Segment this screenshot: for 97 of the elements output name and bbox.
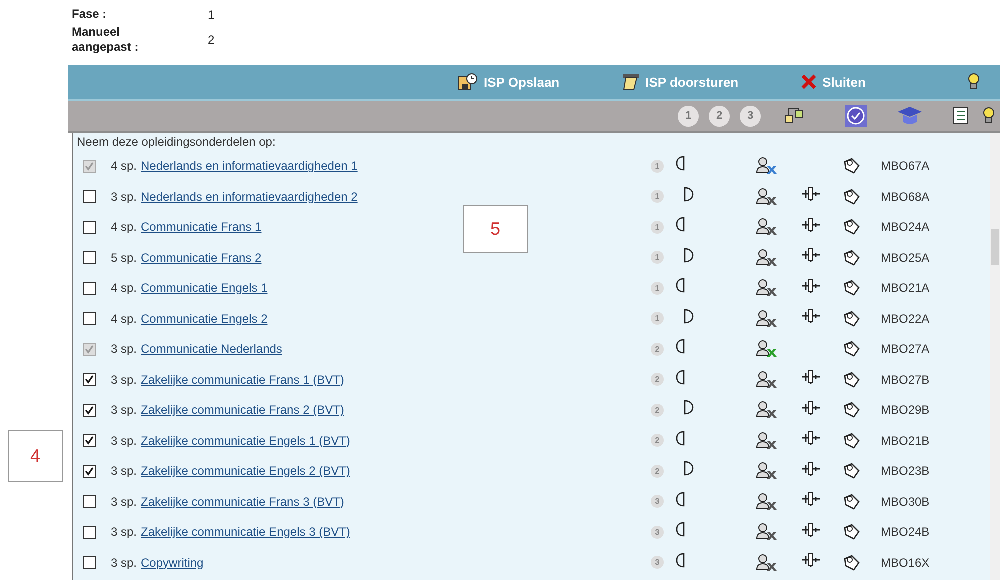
course-link[interactable]: Zakelijke communicatie Frans 2 (BVT) [141,403,344,418]
course-code: MBO67A [881,159,931,174]
phase-filter-button[interactable]: 2 [709,106,730,126]
person-cross-icon[interactable] [756,218,778,236]
credits-label: 4 sp. [111,220,138,234]
credits-label: 3 sp. [111,464,138,478]
phase-badge: 1 [651,251,664,264]
course-code: MBO27B [881,372,931,387]
course-link[interactable]: Communicatie Engels 1 [141,281,268,296]
checkbox[interactable] [83,251,96,264]
phase-badge: 3 [651,556,664,570]
connected-squares-icon[interactable] [785,107,805,125]
course-link[interactable]: Copywriting [141,556,204,570]
course-code: MBO68A [881,190,931,204]
person-cross-icon[interactable] [756,310,778,328]
checkbox[interactable] [83,434,96,448]
credits-label: 3 sp. [111,556,138,570]
phase-badge: 1 [651,312,664,326]
credits-label: 5 sp. [111,250,138,265]
credits-label: 3 sp. [111,525,138,540]
checkbox[interactable] [83,282,96,295]
course-link[interactable]: Nederlands en informatievaardigheden 2 [141,190,358,204]
field-label: Manueel aangepast : [72,25,140,55]
checkbox[interactable] [83,404,96,417]
phase-badge: 2 [651,373,664,386]
phase-badge: 2 [651,434,664,448]
phase-badge: 3 [651,526,664,539]
checkbox[interactable] [83,495,96,508]
credits-label: 3 sp. [111,434,138,448]
course-link[interactable]: Zakelijke communicatie Frans 3 (BVT) [141,494,344,509]
checkbox[interactable] [83,556,96,570]
field-label: Fase : [72,7,108,22]
graduation-cap-icon[interactable] [897,106,923,126]
course-link[interactable]: Zakelijke communicatie Engels 3 (BVT) [141,525,350,540]
scrollbar[interactable] [990,133,1000,580]
credits-label: 3 sp. [111,372,138,387]
course-code: MBO21A [881,281,931,296]
checkbox[interactable] [83,464,96,478]
person-cross-icon[interactable] [756,432,778,450]
credits-label: 3 sp. [111,342,138,356]
credits-label: 4 sp. [111,312,138,326]
phase-badge: 2 [651,342,664,356]
person-cross-icon[interactable] [756,401,778,420]
course-code: MBO24B [881,525,931,540]
course-code: MBO25A [881,250,931,265]
course-code: MBO16X [881,556,931,570]
course-code: MBO24A [881,220,931,234]
course-link[interactable]: Zakelijke communicatie Engels 2 (BVT) [141,464,350,478]
document-icon [622,73,640,91]
list-intro: Neem deze opleidingsonderdelen op: [76,135,277,151]
callout-number: 5 [463,205,528,253]
phase-badge: 1 [651,190,664,204]
course-code: MBO23B [881,464,931,478]
person-cross-icon[interactable] [756,279,778,298]
course-link[interactable]: Communicatie Frans 2 [141,250,262,265]
phase-badge: 1 [651,220,664,234]
course-code: MBO21B [881,434,931,448]
person-cross-icon[interactable] [756,462,778,480]
credits-label: 4 sp. [111,159,138,174]
course-link[interactable]: Communicatie Frans 1 [141,220,262,234]
course-code: MBO22A [881,312,931,326]
course-link[interactable]: Zakelijke communicatie Engels 1 (BVT) [141,434,350,448]
person-cross-icon[interactable] [756,188,778,206]
person-cross-icon[interactable] [756,370,778,389]
lightbulb-icon[interactable] [983,107,995,125]
phase-badge: 2 [651,404,664,417]
lightbulb-icon[interactable] [968,73,980,91]
credits-label: 3 sp. [111,403,138,418]
callout-number: 4 [8,430,63,482]
field-value: 1 [208,8,215,22]
phase-filter-button[interactable]: 1 [678,106,699,126]
person-cross-icon[interactable] [756,248,778,267]
person-cross-icon[interactable] [756,492,778,511]
phase-filter-button[interactable]: 3 [740,106,761,126]
course-link[interactable]: Communicatie Engels 2 [141,312,268,326]
phase-badge: 3 [651,495,664,508]
course-code: MBO29B [881,403,931,418]
credits-label: 3 sp. [111,494,138,509]
save-icon [458,73,478,91]
close-icon [800,74,817,90]
phase-badge: 1 [651,282,664,295]
person-cross-icon[interactable] [756,523,778,542]
course-link[interactable]: Zakelijke communicatie Frans 1 (BVT) [141,372,344,387]
course-code: MBO30B [881,494,931,509]
course-code: MBO27A [881,342,931,356]
phase-badge: 2 [651,464,664,478]
checkbox[interactable] [83,373,96,386]
credits-label: 4 sp. [111,281,138,296]
checkbox[interactable] [83,526,96,539]
field-value: 2 [208,33,215,47]
list-icon[interactable] [953,107,969,125]
checkbox[interactable] [83,312,96,326]
checkbox[interactable] [83,190,96,204]
phase-badge: 1 [651,160,664,173]
person-cross-icon[interactable] [756,554,778,572]
checkbox[interactable] [83,220,96,234]
credits-label: 3 sp. [111,190,138,204]
